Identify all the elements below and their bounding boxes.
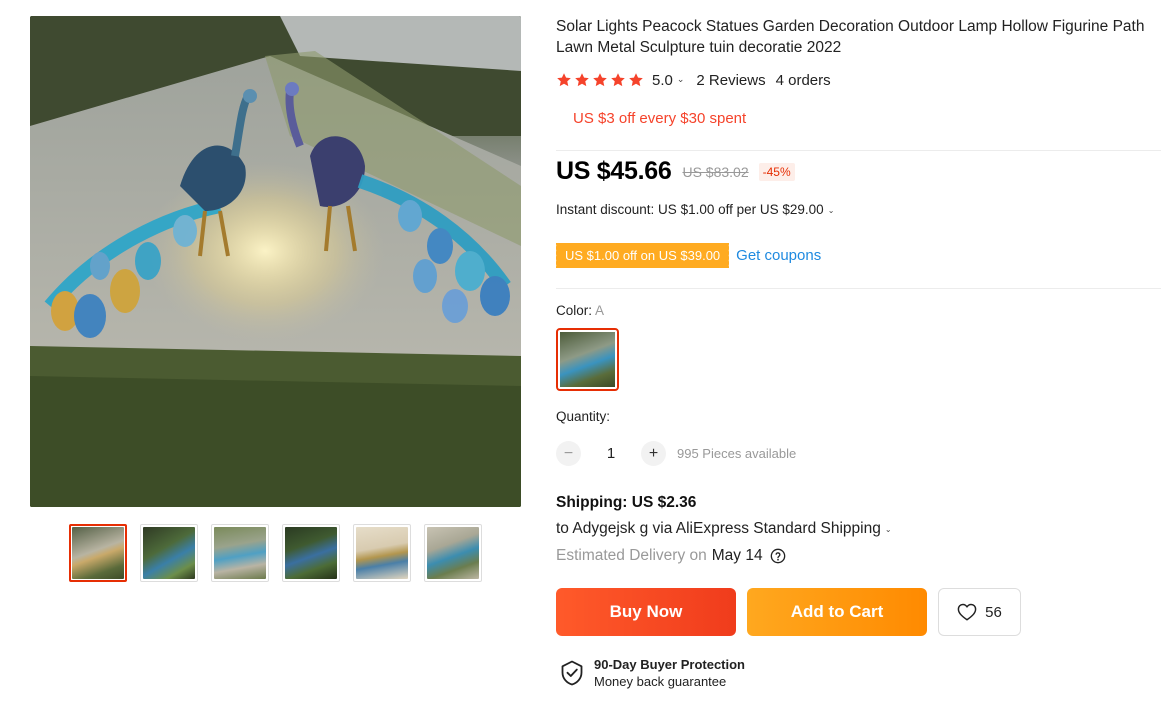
action-buttons: Buy Now Add to Cart 56 — [556, 588, 1021, 636]
thumbnail-2[interactable] — [140, 524, 198, 582]
shipping-method-text: to Adygejsk g via AliExpress Standard Sh… — [556, 520, 881, 537]
thumbnail-image — [143, 527, 195, 579]
protection-subtitle: Money back guarantee — [594, 674, 727, 689]
shipping-title: Shipping: US $2.36 — [556, 494, 697, 511]
purchase-panel: US $45.66 US $83.02 -45% Instant discoun… — [553, 0, 1161, 704]
color-swatch-a[interactable] — [556, 328, 619, 391]
buyer-protection: 90-Day Buyer Protection Money back guara… — [560, 657, 745, 689]
main-product-image[interactable] — [30, 16, 521, 507]
discount-badge: -45% — [758, 162, 795, 181]
thumbnail-image — [356, 527, 408, 579]
divider — [556, 288, 1161, 289]
eta-date: May 14 — [711, 547, 763, 564]
thumbnail-image — [72, 527, 124, 579]
thumbnail-4[interactable] — [282, 524, 340, 582]
help-circle-icon[interactable] — [770, 548, 786, 564]
quantity-decrease-button[interactable]: − — [556, 441, 581, 466]
buy-now-button[interactable]: Buy Now — [556, 588, 736, 636]
thumbnail-image — [427, 527, 479, 579]
protection-text: 90-Day Buyer Protection Money back guara… — [594, 657, 745, 689]
chevron-down-icon: ⌄ — [827, 206, 835, 215]
chevron-down-icon: ⌄ — [884, 525, 892, 534]
coupon-chip[interactable]: US $1.00 off on US $39.00 — [553, 243, 730, 268]
instant-discount-text: Instant discount: US $1.00 off per US $2… — [556, 202, 824, 217]
quantity-stepper: − + 995 Pieces available — [556, 441, 796, 466]
get-coupons-link[interactable]: Get coupons — [736, 247, 821, 264]
swatch-image — [560, 332, 615, 387]
estimated-delivery: Estimated Delivery on May 14 — [556, 547, 786, 565]
original-price: US $83.02 — [682, 163, 749, 180]
thumbnail-6[interactable] — [424, 524, 482, 582]
quantity-increase-button[interactable]: + — [641, 441, 666, 466]
protection-title: 90-Day Buyer Protection — [594, 657, 745, 672]
wishlist-count: 56 — [985, 603, 1002, 621]
instant-discount[interactable]: Instant discount: US $1.00 off per US $2… — [556, 202, 846, 217]
color-label-text: Color: — [556, 303, 593, 318]
price-row: US $45.66 US $83.02 -45% — [556, 157, 795, 186]
color-value: A — [595, 303, 605, 318]
wishlist-button[interactable]: 56 — [938, 588, 1021, 636]
heart-icon — [957, 603, 977, 621]
current-price: US $45.66 — [556, 157, 672, 185]
thumbnail-image — [214, 527, 266, 579]
stock-available: 995 Pieces available — [677, 446, 797, 461]
thumbnail-1[interactable] — [69, 524, 127, 582]
thumbnail-3[interactable] — [211, 524, 269, 582]
eta-label: Estimated Delivery on — [556, 547, 707, 564]
quantity-label: Quantity: — [556, 409, 611, 424]
peacock-photo — [30, 16, 521, 507]
quantity-input[interactable] — [581, 445, 641, 462]
add-to-cart-button[interactable]: Add to Cart — [747, 588, 927, 636]
shipping-method[interactable]: to Adygejsk g via AliExpress Standard Sh… — [556, 520, 904, 538]
thumbnail-image — [285, 527, 337, 579]
thumbnail-strip — [69, 524, 482, 582]
color-label: Color: A — [556, 303, 604, 318]
coupon-row: US $1.00 off on US $39.00 Get coupons — [553, 243, 821, 268]
thumbnail-5[interactable] — [353, 524, 411, 582]
shield-check-icon — [561, 660, 583, 686]
